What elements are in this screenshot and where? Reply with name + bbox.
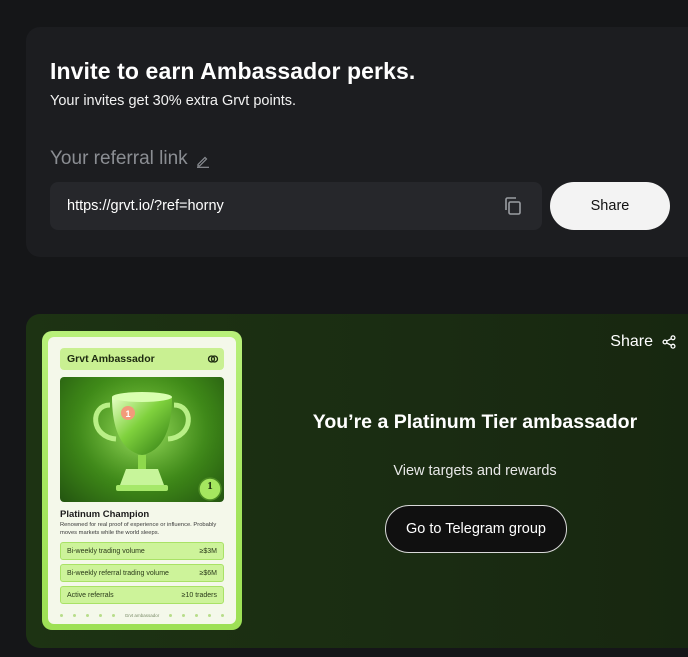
referral-label: Your referral link: [50, 148, 210, 170]
share-icon: [662, 335, 676, 349]
tier-title: You’re a Platinum Tier ambassador: [312, 411, 638, 433]
dot-divider: [111, 614, 115, 617]
view-targets-link[interactable]: View targets and rewards: [262, 463, 688, 479]
dot-divider: [195, 614, 199, 617]
dot-divider: [169, 614, 173, 617]
card-header-title: Grvt Ambassador: [67, 353, 155, 365]
svg-text:1: 1: [125, 409, 130, 419]
invite-subtitle: Your invites get 30% extra Grvt points.: [50, 93, 297, 109]
referral-label-text: Your referral link: [50, 148, 188, 169]
stat-value: ≥10 traders: [181, 591, 217, 599]
stat-value: ≥$6M: [199, 569, 217, 577]
dot-divider: [85, 614, 89, 617]
stat-label: Bi-weekly trading volume: [67, 547, 145, 555]
stat-row: Bi-weekly referral trading volume ≥$6M: [60, 564, 224, 582]
invite-panel: Invite to earn Ambassador perks. Your in…: [26, 27, 688, 257]
card-tier-name: Platinum Champion: [60, 509, 150, 520]
invite-title: Invite to earn Ambassador perks.: [50, 58, 416, 84]
trophy-icon: 1: [60, 377, 224, 502]
dot-divider: [182, 614, 186, 617]
link-icon: [207, 353, 219, 365]
share-card-label: Share: [610, 333, 653, 350]
dot-divider: [98, 614, 102, 617]
share-card-button[interactable]: Share: [610, 333, 676, 351]
rank-badge: 1: [207, 480, 213, 492]
ambassador-card: Grvt Ambassador 1 1 Platinum Champion Re…: [42, 331, 242, 630]
card-footer: Grvt ambassador: [60, 613, 224, 618]
card-footer-label: Grvt ambassador: [124, 613, 160, 618]
stat-label: Bi-weekly referral trading volume: [67, 569, 169, 577]
telegram-group-button[interactable]: Go to Telegram group: [385, 505, 567, 553]
ambassador-card-body: Grvt Ambassador 1 1 Platinum Champion Re…: [48, 337, 236, 624]
referral-link-field[interactable]: https://grvt.io/?ref=horny: [50, 182, 542, 230]
share-link-button[interactable]: Share: [550, 182, 670, 230]
dot-divider: [60, 614, 63, 617]
pencil-icon[interactable]: [196, 152, 210, 168]
referral-link-text: https://grvt.io/?ref=horny: [67, 198, 224, 214]
dot-divider: [72, 614, 76, 617]
trophy-image: 1 1: [60, 377, 224, 502]
stat-value: ≥$3M: [199, 547, 217, 555]
ambassador-panel: Grvt Ambassador 1 1 Platinum Champion Re…: [26, 314, 688, 648]
card-header: Grvt Ambassador: [60, 348, 224, 370]
card-description: Renowned for real proof of experience or…: [60, 522, 217, 536]
stat-label: Active referrals: [67, 591, 114, 599]
dot-divider: [207, 614, 211, 617]
stat-row: Active referrals ≥10 traders: [60, 586, 224, 604]
stat-row: Bi-weekly trading volume ≥$3M: [60, 542, 224, 560]
copy-icon[interactable]: [502, 195, 524, 217]
dot-divider: [220, 614, 224, 617]
